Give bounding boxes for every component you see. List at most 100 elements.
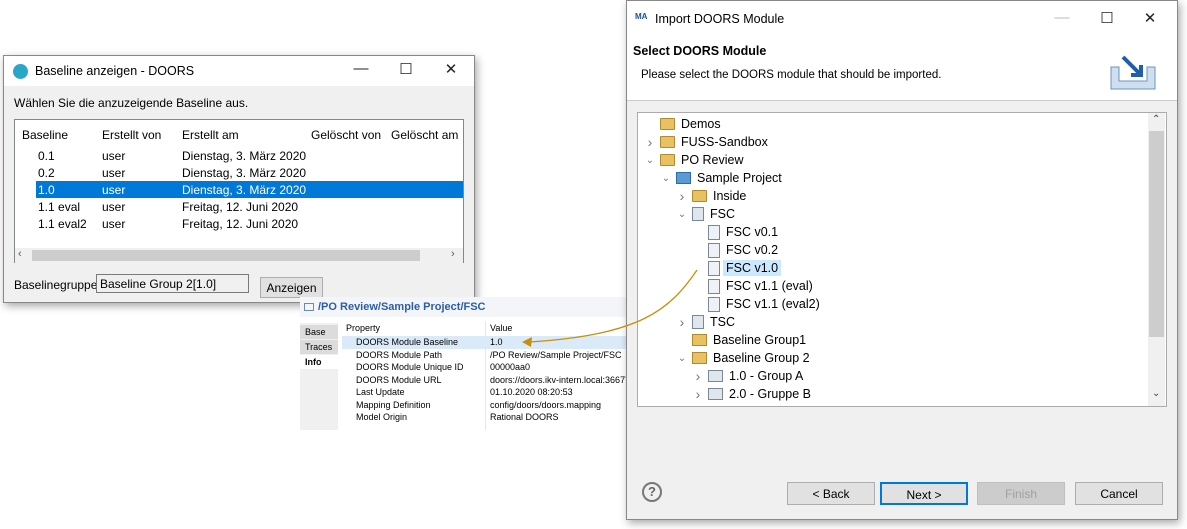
tree-item[interactable]: ⌄ FSC xyxy=(676,205,735,223)
column-header-baseline[interactable]: Baseline xyxy=(22,128,68,142)
property-value: 00000aa0 xyxy=(490,362,531,372)
chevron-right-icon[interactable]: › xyxy=(676,314,688,330)
horizontal-scrollbar[interactable]: ‹ › xyxy=(15,248,463,263)
maximize-button[interactable]: ☐ xyxy=(1092,9,1122,27)
tree-item[interactable]: Baseline Group1 xyxy=(676,331,806,349)
baseline-icon xyxy=(708,224,720,240)
tree-item[interactable]: › FUSS-Sandbox xyxy=(644,133,768,151)
minimize-button[interactable]: — xyxy=(1047,9,1077,26)
back-button[interactable]: < Back xyxy=(787,482,875,505)
minimize-button[interactable]: — xyxy=(346,60,376,77)
scrollbar-thumb[interactable] xyxy=(1149,131,1164,337)
tree-item[interactable]: › 1.0 - Group A xyxy=(692,367,804,385)
close-button[interactable]: ✕ xyxy=(1135,9,1165,27)
property-name: DOORS Module Baseline xyxy=(356,337,459,347)
help-button[interactable]: ? xyxy=(642,482,662,502)
tree-item[interactable]: FSC v0.1 xyxy=(692,223,778,241)
column-header-created-at[interactable]: Erstellt am xyxy=(182,128,239,142)
chevron-down-icon[interactable]: ⌄ xyxy=(676,353,688,364)
tree-item[interactable]: ⌄ Sample Project xyxy=(660,169,782,187)
chevron-down-icon[interactable]: ⌄ xyxy=(676,209,688,220)
tab-traces[interactable]: Traces xyxy=(300,340,338,354)
tree-item[interactable]: ⌄ Baseline Group 2 xyxy=(676,349,810,367)
tree-item[interactable]: › TSC xyxy=(676,313,735,331)
tree-item[interactable]: Demos xyxy=(644,115,721,133)
tree-item-label: PO Review xyxy=(681,153,744,167)
baseline-row[interactable]: 0.2 user Dienstag, 3. März 2020 xyxy=(36,164,463,181)
property-row[interactable]: DOORS Module URL doors://doors.ikv-intern… xyxy=(342,374,638,387)
scroll-right-icon[interactable]: › xyxy=(451,248,455,260)
module-icon xyxy=(692,315,704,329)
tree-item[interactable]: › Inside xyxy=(676,187,747,205)
chevron-right-icon[interactable]: › xyxy=(676,188,688,204)
chevron-down-icon[interactable]: ⌄ xyxy=(644,155,656,166)
tree-item-label: FUSS-Sandbox xyxy=(681,135,768,149)
column-header-deleted-at[interactable]: Gelöscht am xyxy=(391,128,458,142)
scroll-up-icon[interactable]: ⌃ xyxy=(1152,114,1160,125)
baseline-row[interactable]: 1.1 eval user Freitag, 12. Juni 2020 xyxy=(36,198,463,215)
property-row[interactable]: Last Update 01.10.2020 08:20:53 xyxy=(342,386,628,399)
header-property: Property xyxy=(346,323,381,333)
chevron-right-icon[interactable]: › xyxy=(692,368,704,384)
tree-item[interactable]: FSC v1.1 (eval2) xyxy=(692,295,820,313)
property-value: Rational DOORS xyxy=(490,412,559,422)
wizard-header: Select DOORS Module Please select the DO… xyxy=(627,36,1177,101)
baseline-group-label: Baselinegruppe: xyxy=(14,278,101,292)
app-icon: MA xyxy=(635,12,648,21)
property-name: DOORS Module Path xyxy=(356,349,443,360)
property-row[interactable]: DOORS Module Baseline 1.0 xyxy=(342,336,628,349)
maximize-button[interactable]: ☐ xyxy=(391,60,421,78)
cancel-button[interactable]: Cancel xyxy=(1075,482,1163,505)
baseline-list[interactable]: Baseline Erstellt von Erstellt am Gelösc… xyxy=(14,119,464,263)
chevron-right-icon[interactable]: › xyxy=(692,386,704,402)
finish-button[interactable]: Finish xyxy=(977,482,1065,505)
chevron-down-icon[interactable]: ⌄ xyxy=(660,173,672,184)
tab-base[interactable]: Base xyxy=(300,325,338,339)
baseline-row[interactable]: 0.1 user Dienstag, 3. März 2020 xyxy=(36,147,463,164)
tab-info[interactable]: Info xyxy=(300,355,338,369)
tree-item[interactable]: FSC v0.2 xyxy=(692,241,778,259)
close-button[interactable]: ✕ xyxy=(436,60,466,78)
baseline-group-icon xyxy=(692,352,707,364)
created-by: user xyxy=(102,183,126,197)
property-row[interactable]: Mapping Definition config/doors/doors.map… xyxy=(342,399,628,412)
tree-item-label: FSC v0.1 xyxy=(726,225,779,239)
wizard-heading: Select DOORS Module xyxy=(633,44,767,58)
baseline-icon xyxy=(708,242,720,258)
tree-item[interactable]: ⌄ PO Review xyxy=(644,151,744,169)
baseline-row[interactable]: 1.1 eval2 user Freitag, 12. Juni 2020 xyxy=(36,215,463,232)
module-tree[interactable]: Demos › FUSS-Sandbox ⌄ PO Review ⌄ Sample Proj… xyxy=(637,112,1167,407)
tree-item-label: FSC v0.2 xyxy=(726,243,779,257)
import-dialog: MA Import DOORS Module — ☐ ✕ Select DOOR… xyxy=(626,0,1178,520)
next-button[interactable]: Next > xyxy=(880,482,968,505)
property-name: Last Update xyxy=(356,387,405,397)
baseline-set-icon xyxy=(708,370,723,382)
show-button[interactable]: Anzeigen xyxy=(260,277,323,298)
vertical-scrollbar[interactable]: ⌃ ⌄ xyxy=(1148,113,1165,406)
created-at: Freitag, 12. Juni 2020 xyxy=(182,200,299,214)
scroll-down-icon[interactable]: ⌄ xyxy=(1152,388,1160,399)
baseline-name: 0.1 xyxy=(38,149,55,163)
property-row[interactable]: Model Origin Rational DOORS xyxy=(342,411,628,424)
baseline-row[interactable]: 1.0 user Dienstag, 3. März 2020 xyxy=(36,181,463,198)
tree-item-label: TSC xyxy=(710,315,735,329)
property-row[interactable]: DOORS Module Unique ID 00000aa0 xyxy=(342,361,628,374)
project-icon xyxy=(676,172,691,184)
column-header-deleted-by[interactable]: Gelöscht von xyxy=(311,128,381,142)
tree-item[interactable]: › 2.0 - Gruppe B xyxy=(692,385,811,403)
tree-item[interactable]: FSC v1.0 xyxy=(692,259,782,277)
tree-item[interactable]: FSC v1.1 (eval) xyxy=(692,277,813,295)
column-header-created-by[interactable]: Erstellt von xyxy=(102,128,161,142)
chevron-right-icon[interactable]: › xyxy=(644,134,656,150)
created-by: user xyxy=(102,217,126,231)
scroll-left-icon[interactable]: ‹ xyxy=(18,248,22,260)
tree-item-label: FSC v1.1 (eval2) xyxy=(726,297,820,311)
panel-path: /PO Review/Sample Project/FSC xyxy=(318,301,486,313)
folder-icon xyxy=(660,118,675,130)
property-value: doors://doors.ikv-intern.local:36677/? xyxy=(490,374,638,385)
created-at: Freitag, 12. Juni 2020 xyxy=(182,217,299,231)
import-icon xyxy=(1110,55,1156,90)
property-row[interactable]: DOORS Module Path/PO Review/Sample Proje… xyxy=(342,349,628,362)
property-value: config/doors/doors.mapping xyxy=(490,399,602,410)
scrollbar-thumb[interactable] xyxy=(32,250,420,261)
